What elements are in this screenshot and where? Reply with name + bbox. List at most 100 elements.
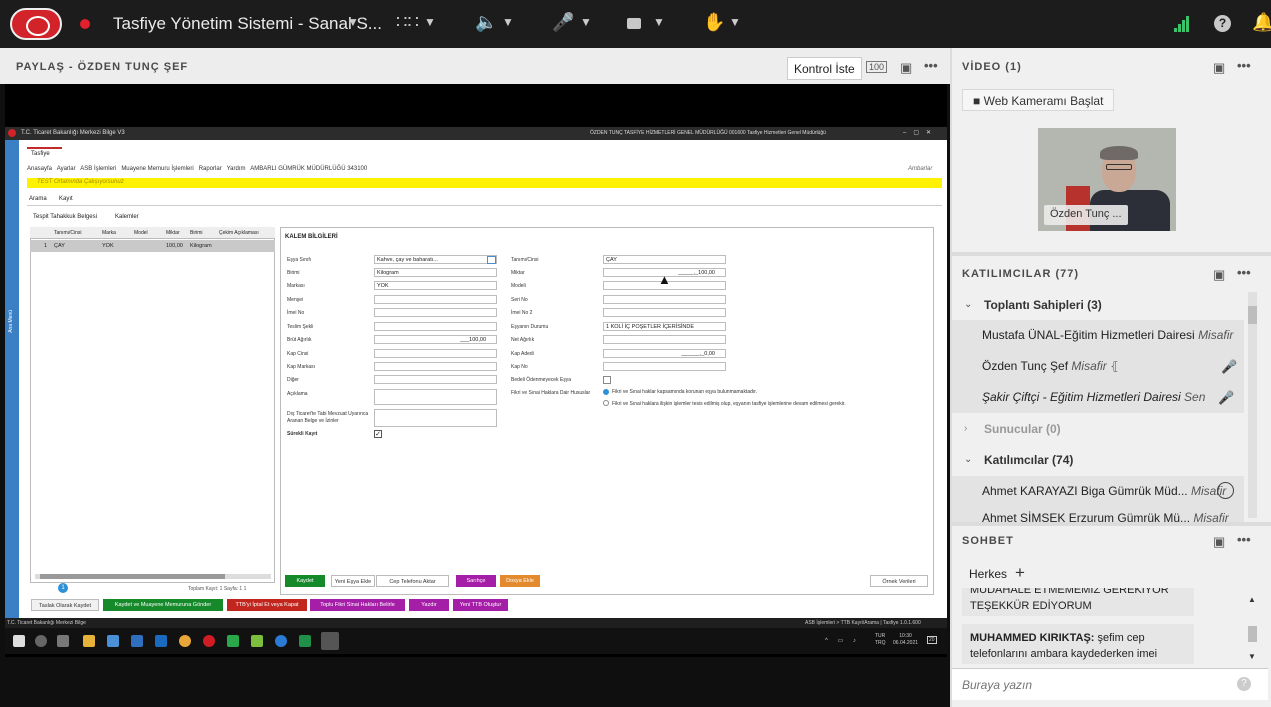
word-icon[interactable] <box>155 635 167 647</box>
seri-no-input[interactable] <box>603 295 726 304</box>
aciklama-input[interactable] <box>374 389 497 405</box>
chat-more-icon[interactable]: ••• <box>1237 532 1251 547</box>
keyboard-language[interactable]: TUR TRQ <box>875 633 886 647</box>
group-attendees[interactable]: Katılımcılar (74) <box>984 453 1073 467</box>
active-app-icon[interactable] <box>321 632 339 650</box>
teslim-sekli-input[interactable] <box>374 322 497 331</box>
net-agirlik-input[interactable] <box>603 335 726 344</box>
tab-tespit-tahakkuk[interactable]: Tespit Tahakkuk Belgesi <box>33 214 97 220</box>
list-item[interactable]: Ahmet ŞİMŞEK Erzurum Gümrük Mü... Misafi… <box>952 507 1244 522</box>
windows-start-icon[interactable] <box>13 635 25 647</box>
title-chevron-down-icon[interactable]: ▼ <box>347 15 359 29</box>
yeni-esya-ekle-button[interactable]: Yeni Eşya Ekle <box>331 575 375 587</box>
system-clock[interactable]: 10:30 06.04.2021 <box>893 633 918 647</box>
chat-fullscreen-icon[interactable]: ▣ <box>1213 534 1225 550</box>
meeting-title[interactable]: Tasfiye Yönetim Sistemi - Sanal S... <box>113 14 382 34</box>
participants-more-icon[interactable]: ••• <box>1237 265 1251 280</box>
apps-chevron-down-icon[interactable]: ▼ <box>424 15 436 29</box>
menu-anasayfa[interactable]: Anasayfa <box>27 166 52 172</box>
participants-scrollbar[interactable] <box>1248 292 1257 518</box>
request-control-button[interactable]: Kontrol İste <box>787 57 862 80</box>
task-view-icon[interactable] <box>57 635 69 647</box>
grid-header-birimi[interactable]: Birimi <box>190 230 203 236</box>
list-item[interactable]: Mustafa ÜNAL-Eğitim Hizmetleri Dairesi M… <box>952 320 1244 351</box>
markasi-input[interactable]: YOK <box>374 281 497 290</box>
list-item[interactable]: Özden Tunç Şef Misafir ⦃ <box>952 351 1244 382</box>
mensei-input[interactable] <box>374 295 497 304</box>
surekli-kayit-checkbox[interactable]: ✓ <box>374 430 382 438</box>
connection-signal-icon[interactable] <box>1174 16 1190 32</box>
hosts-chevron-down-icon[interactable]: ⌄ <box>964 299 972 310</box>
ttb-iptal-button[interactable]: TTB'yi İptal Et veya Kapat <box>227 599 307 611</box>
system-tray-icon[interactable]: ^ ▭ ♪ <box>825 637 860 644</box>
taslak-kaydet-button[interactable]: Taslak Olarak Kaydet <box>31 599 99 611</box>
dosya-ekle-button[interactable]: Dosya Ekle <box>500 575 540 587</box>
menu-muayene[interactable]: Muayene Memuru İşlemleri <box>121 166 193 172</box>
chat-scroll-thumb[interactable] <box>1248 626 1257 642</box>
esya-durumu-input[interactable]: 1 KOLİ İÇ POŞETLER İÇERİSİNDE <box>603 322 726 331</box>
chrome-icon[interactable] <box>179 635 191 647</box>
list-item[interactable]: Şakir Çiftçi - Eğitim Hizmetleri Dairesi… <box>952 382 1244 413</box>
chat-input[interactable] <box>962 676 1222 694</box>
tab-tasfiye[interactable]: Tasfiye <box>27 147 62 159</box>
esya-sinifi-select[interactable]: Kahve, çay ve baharatı... <box>374 255 497 264</box>
tab-kalemler[interactable]: Kalemler <box>115 214 139 220</box>
hand-chevron-down-icon[interactable]: ▼ <box>729 15 741 29</box>
fullscreen-icon[interactable]: ▣ <box>900 60 912 76</box>
group-presenters[interactable]: Sunucular (0) <box>984 422 1061 436</box>
ornek-verileri-button[interactable]: Örnek Verileri <box>870 575 928 587</box>
participants-fullscreen-icon[interactable]: ▣ <box>1213 267 1225 283</box>
imei-input[interactable] <box>374 308 497 317</box>
birimi-select[interactable]: Kilogram <box>374 268 497 277</box>
opera-icon[interactable] <box>203 635 215 647</box>
raise-hand-icon[interactable]: ✋ <box>703 12 725 33</box>
yazdir-button[interactable]: Yazdır <box>409 599 449 611</box>
video-fullscreen-icon[interactable]: ▣ <box>1213 60 1225 76</box>
notification-bell-icon[interactable]: 🔔 <box>1252 12 1271 33</box>
microphone-icon[interactable]: 🎤 <box>1221 359 1237 375</box>
microphone-muted-icon[interactable]: 🎤 <box>552 12 574 33</box>
table-row[interactable]: 1 ÇAY YOK 100,00 Kilogram <box>30 240 275 252</box>
subtab-arama[interactable]: Arama <box>29 196 47 202</box>
taskbar-search-icon[interactable] <box>35 635 47 647</box>
tanimi-input[interactable]: ÇAY <box>603 255 726 264</box>
bedeli-odenmeyecek-checkbox[interactable] <box>603 376 611 384</box>
speaker-chevron-down-icon[interactable]: ▼ <box>502 15 514 29</box>
belge-izinler-input[interactable] <box>374 409 497 427</box>
notepad-icon[interactable] <box>251 635 263 647</box>
apps-grid-icon[interactable]: ∷∷ <box>396 12 419 33</box>
kap-markasi-input[interactable] <box>374 362 497 371</box>
fikri-option-1-radio[interactable] <box>603 389 609 395</box>
chat-tab-everyone[interactable]: Herkes <box>969 567 1007 581</box>
diger-input[interactable] <box>374 375 497 384</box>
menu-ambarlar[interactable]: Ambarlar <box>908 166 932 172</box>
group-hosts[interactable]: Toplantı Sahipleri (3) <box>984 298 1102 312</box>
yeni-ttb-button[interactable]: Yeni TTB Oluştur <box>453 599 508 611</box>
grid-header-model[interactable]: Model <box>134 230 148 236</box>
pager-current-page[interactable]: 1 <box>58 583 68 593</box>
excel-icon[interactable] <box>299 635 311 647</box>
chat-info-icon[interactable]: ? <box>1237 677 1251 691</box>
imei-2-input[interactable] <box>603 308 726 317</box>
brut-agirlik-input[interactable]: ___100,00 <box>374 335 497 344</box>
microphone-chevron-down-icon[interactable]: ▼ <box>580 15 592 29</box>
chat-scroll-up-icon[interactable]: ▲ <box>1248 595 1256 604</box>
kap-adedi-input[interactable]: ______,_0,00 <box>603 349 726 358</box>
lookup-grid-icon[interactable] <box>487 256 496 264</box>
notification-count-icon[interactable]: 20 <box>927 636 937 644</box>
cep-telefonu-aktar-button[interactable]: Cep Telefonu Aktar <box>376 575 449 587</box>
grid-header-cekim[interactable]: Çekim Açıklaması <box>219 230 259 236</box>
menu-ayarlar[interactable]: Ayarlar <box>57 166 76 172</box>
start-webcam-button[interactable]: ■ Web Kameramı Başlat <box>962 89 1115 111</box>
window-controls-icon[interactable]: –▢✕ <box>903 129 938 136</box>
menu-raporlar[interactable]: Raporlar <box>199 166 222 172</box>
muayene-gonder-button[interactable]: Kaydet ve Muayene Memuruna Gönder <box>103 599 223 611</box>
sarihce-button[interactable]: Sarıhçe <box>456 575 496 587</box>
grid-horizontal-scrollbar[interactable] <box>35 574 271 579</box>
kaydet-button[interactable]: Kaydet <box>285 575 325 587</box>
kap-no-input[interactable] <box>603 362 726 371</box>
grid-header-tanimi[interactable]: Tanımı/Cinsi <box>54 230 82 236</box>
subtab-kayit[interactable]: Kayıt <box>59 196 73 202</box>
grid-header-marka[interactable]: Marka <box>102 230 116 236</box>
camera-chevron-down-icon[interactable]: ▼ <box>653 15 665 29</box>
